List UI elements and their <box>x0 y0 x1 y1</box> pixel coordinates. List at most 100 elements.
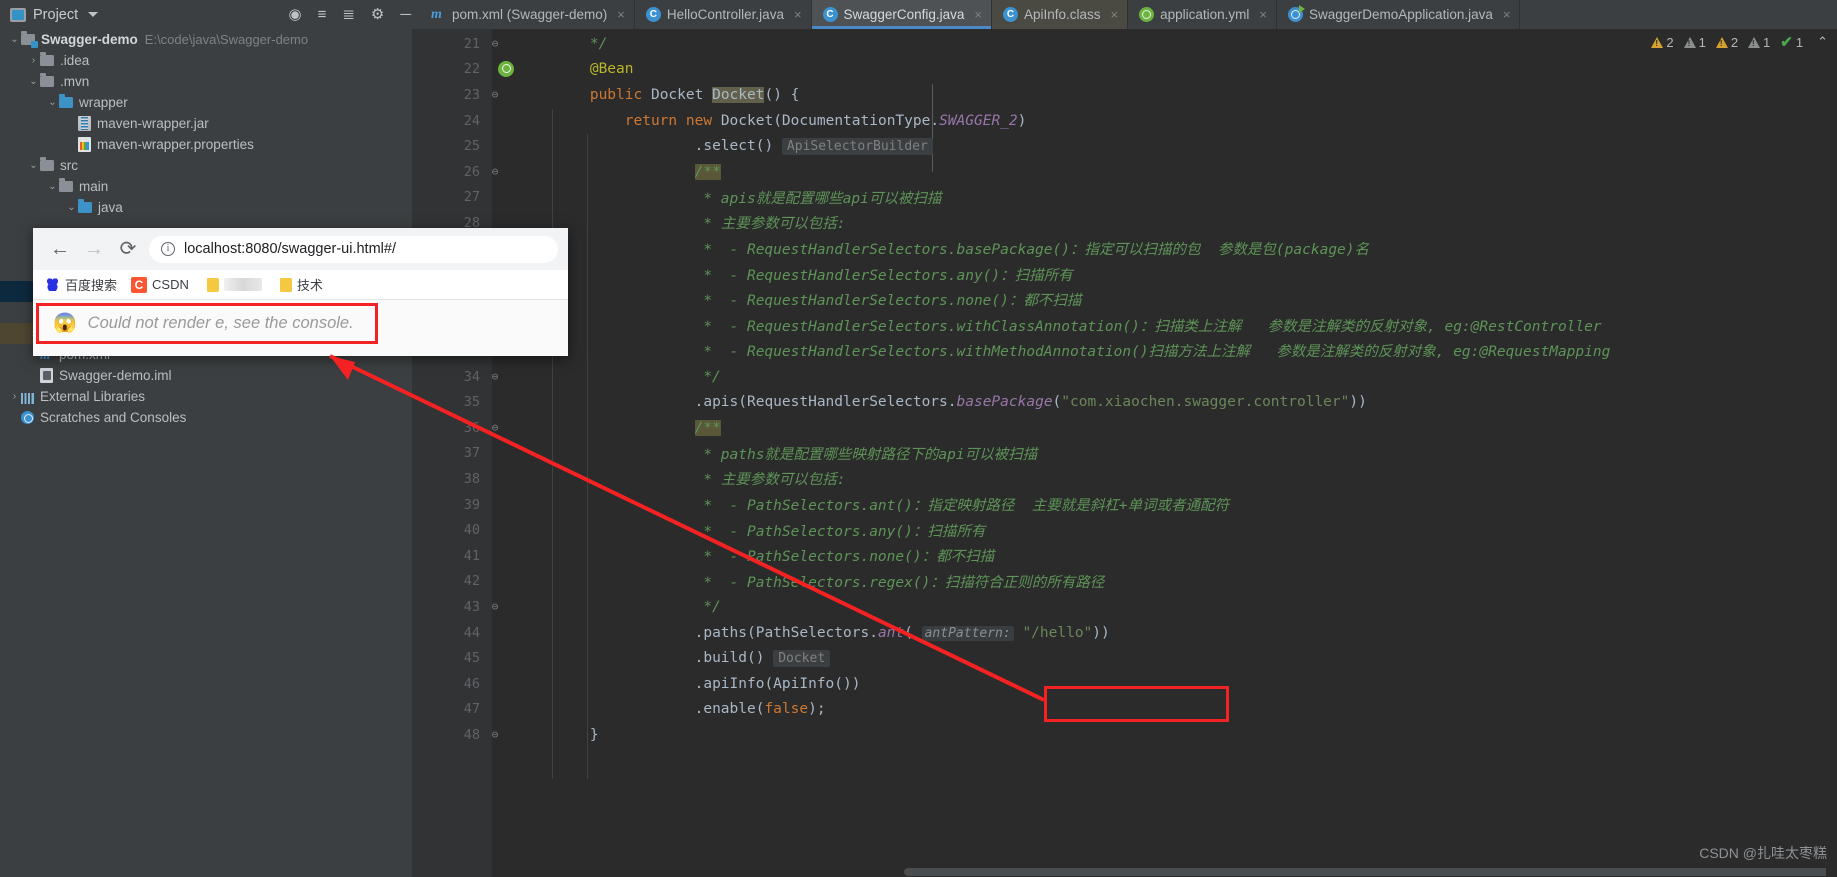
disclosure-triangle-icon[interactable]: › <box>8 391 21 402</box>
code-line-48[interactable]: 48 ⊖ } <box>412 722 1837 748</box>
reload-icon[interactable]: ⟳ <box>111 239 145 259</box>
tree-item-external-libraries[interactable]: › External Libraries <box>0 386 412 407</box>
disclosure-triangle-icon[interactable]: ⌄ <box>46 181 59 192</box>
tree-item-maven-wrapper-jar[interactable]: › maven-wrapper.jar <box>0 113 412 134</box>
tree-item--mvn[interactable]: ⌄ .mvn <box>0 71 412 92</box>
address-bar[interactable]: i localhost:8080/swagger-ui.html#/ <box>149 235 558 263</box>
tab-label: SwaggerConfig.java <box>843 7 965 22</box>
disclosure-triangle-icon[interactable]: › <box>65 118 78 129</box>
code-line-34[interactable]: 34 ⊖ */ <box>412 364 1837 390</box>
disclosure-triangle-icon[interactable]: ⌄ <box>46 97 59 108</box>
tab-apiinfo-class[interactable]: C ApiInfo.class × <box>991 0 1129 29</box>
tree-item-main[interactable]: ⌄ main <box>0 176 412 197</box>
gear-icon[interactable]: ⚙ <box>371 7 384 22</box>
code-line-46[interactable]: 46 .apiInfo(ApiInfo()) <box>412 671 1837 697</box>
code-line-44[interactable]: 44 .paths(PathSelectors.ant( antPattern:… <box>412 620 1837 646</box>
arrow-right-icon[interactable]: → <box>77 239 111 259</box>
close-icon[interactable]: × <box>974 7 982 22</box>
code-line-36[interactable]: 36 ⊖ /** <box>412 415 1837 441</box>
disclosure-triangle-icon[interactable]: › <box>65 139 78 150</box>
code-line-43[interactable]: 43 ⊖ */ <box>412 594 1837 620</box>
render-error-text: Could not render e, see the console. <box>87 314 354 332</box>
tab-hellocontroller-java[interactable]: C HelloController.java × <box>635 0 812 29</box>
url-text: localhost:8080/swagger-ui.html#/ <box>184 241 396 257</box>
code-line-41[interactable]: 41 * - PathSelectors.none()：都不扫描 <box>412 543 1837 569</box>
code-line-38[interactable]: 38 * 主要参数可以包括: <box>412 466 1837 492</box>
close-icon[interactable]: × <box>617 7 625 22</box>
spring-bean-icon[interactable] <box>498 60 514 77</box>
tab-pom-xml-swagger-demo-[interactable]: m pom.xml (Swagger-demo) × <box>420 0 635 29</box>
disclosure-triangle-icon[interactable]: › <box>8 412 21 423</box>
code-line-45[interactable]: 45 .build() Docket <box>412 645 1837 671</box>
tree-item--idea[interactable]: › .idea <box>0 50 412 71</box>
disclosure-triangle-icon[interactable]: ⌄ <box>8 34 21 45</box>
inspection-widget[interactable]: 2121✔1⌃ <box>1651 33 1828 51</box>
tree-item-scratches-and-consoles[interactable]: › Scratches and Consoles <box>0 407 412 428</box>
close-icon[interactable]: × <box>1259 7 1267 22</box>
chevron-down-icon[interactable] <box>88 12 99 17</box>
code-line-26[interactable]: 26 ⊖ /** <box>412 159 1837 185</box>
info-circle-icon[interactable]: i <box>161 242 175 256</box>
horizontal-scrollbar[interactable] <box>824 867 1837 877</box>
tab-application-yml[interactable]: application.yml × <box>1128 0 1277 29</box>
fold-marker-icon[interactable]: ⊖ <box>480 600 510 613</box>
tree-item-maven-wrapper-properties[interactable]: › maven-wrapper.properties <box>0 134 412 155</box>
fold-marker-icon[interactable]: ⊖ <box>480 370 510 383</box>
code-line-37[interactable]: 37 * paths就是配置哪些映射路径下的api可以被扫描 <box>412 441 1837 467</box>
tree-item-swagger-demo[interactable]: ⌄ Swagger-demo E:\code\java\Swagger-demo <box>0 29 412 50</box>
code-line-24[interactable]: 24 return new Docket(DocumentationType.S… <box>412 108 1837 134</box>
vertical-scrollbar[interactable] <box>1826 29 1837 877</box>
arrow-left-icon[interactable]: ← <box>43 239 77 259</box>
disclosure-triangle-icon[interactable]: ⌄ <box>65 202 78 213</box>
code-line-31[interactable]: 31 * - RequestHandlerSelectors.none()：都不… <box>412 287 1837 313</box>
close-icon[interactable]: × <box>1111 7 1119 22</box>
code-line-29[interactable]: 29 * - RequestHandlerSelectors.basePacka… <box>412 236 1837 262</box>
fold-marker-icon[interactable]: ⊖ <box>480 728 510 741</box>
close-icon[interactable]: × <box>794 7 802 22</box>
fold-marker-icon[interactable]: ⊖ <box>480 421 510 434</box>
close-icon[interactable]: × <box>1503 7 1511 22</box>
browser-window[interactable]: ← → ⟳ i localhost:8080/swagger-ui.html#/… <box>33 228 568 356</box>
tree-item-java[interactable]: ⌄ java <box>0 197 412 218</box>
fold-marker-icon[interactable]: ⊖ <box>480 37 510 50</box>
code-line-32[interactable]: 32 * - RequestHandlerSelectors.withClass… <box>412 313 1837 339</box>
code-line-30[interactable]: 30 * - RequestHandlerSelectors.any()：扫描所… <box>412 261 1837 287</box>
project-tool-header[interactable]: Project ◉ ≡ ≣ ⚙ ─ <box>0 0 420 29</box>
disclosure-triangle-icon[interactable]: ⌄ <box>27 76 40 87</box>
code-line-33[interactable]: 33 * - RequestHandlerSelectors.withMetho… <box>412 338 1837 364</box>
code-line-35[interactable]: 35 .apis(RequestHandlerSelectors.basePac… <box>412 389 1837 415</box>
code-line-39[interactable]: 39 * - PathSelectors.ant()：指定映射路径 主要就是斜杠… <box>412 492 1837 518</box>
code-line-42[interactable]: 42 * - PathSelectors.regex()：扫描符合正则的所有路径 <box>412 569 1837 595</box>
code-line-27[interactable]: 27 * apis就是配置哪些api可以被扫描 <box>412 185 1837 211</box>
tab-swaggerconfig-java[interactable]: C SwaggerConfig.java × <box>811 0 992 29</box>
tree-item-src[interactable]: ⌄ src <box>0 155 412 176</box>
expand-all-icon[interactable]: ≡ <box>318 7 327 22</box>
disclosure-triangle-icon[interactable]: › <box>27 55 40 66</box>
minimize-icon[interactable]: ─ <box>400 7 411 22</box>
chevron-up-icon[interactable]: ⌃ <box>1817 34 1828 50</box>
bookmark-csdn[interactable]: C CSDN <box>131 276 189 293</box>
code-line-28[interactable]: 28 * 主要参数可以包括: <box>412 210 1837 236</box>
disclosure-triangle-icon[interactable]: › <box>27 370 40 381</box>
collapse-all-icon[interactable]: ≣ <box>342 7 355 22</box>
tree-item-swagger-demo-iml[interactable]: › Swagger-demo.iml <box>0 365 412 386</box>
code-line-22[interactable]: 22 @Bean <box>412 57 1837 83</box>
code-line-23[interactable]: 23 ⊖ public Docket Docket() { <box>412 82 1837 108</box>
code-line-47[interactable]: 47 .enable(false); <box>412 697 1837 723</box>
code-line-40[interactable]: 40 * - PathSelectors.any()：扫描所有 <box>412 517 1837 543</box>
code-line-25[interactable]: 25 .select() ApiSelectorBuilder <box>412 133 1837 159</box>
bookmark-blurred[interactable] <box>206 277 262 292</box>
bookmark-baidu[interactable]: 百度搜索 <box>45 275 117 294</box>
fold-marker-icon[interactable]: ⊖ <box>480 165 510 178</box>
horizontal-scrollbar-thumb[interactable] <box>904 868 1837 876</box>
locate-icon[interactable]: ◉ <box>288 7 301 22</box>
bookmark-tech[interactable]: 技术 <box>279 275 323 294</box>
code-text: */ <box>703 368 721 385</box>
disclosure-triangle-icon[interactable]: ⌄ <box>27 160 40 171</box>
project-tree[interactable]: ⌄ Swagger-demo E:\code\java\Swagger-demo ›.… <box>0 29 412 877</box>
tab-swaggerdemoapplication-java[interactable]: SwaggerDemoApplication.java × <box>1277 0 1521 29</box>
fold-marker-icon[interactable]: ⊖ <box>480 88 510 101</box>
tree-item-wrapper[interactable]: ⌄ wrapper <box>0 92 412 113</box>
code-line-21[interactable]: 21 ⊖ */ <box>412 31 1837 57</box>
code-editor[interactable]: 21 ⊖ */22 @Bean 23 ⊖ public Docket Docket()… <box>412 29 1837 877</box>
